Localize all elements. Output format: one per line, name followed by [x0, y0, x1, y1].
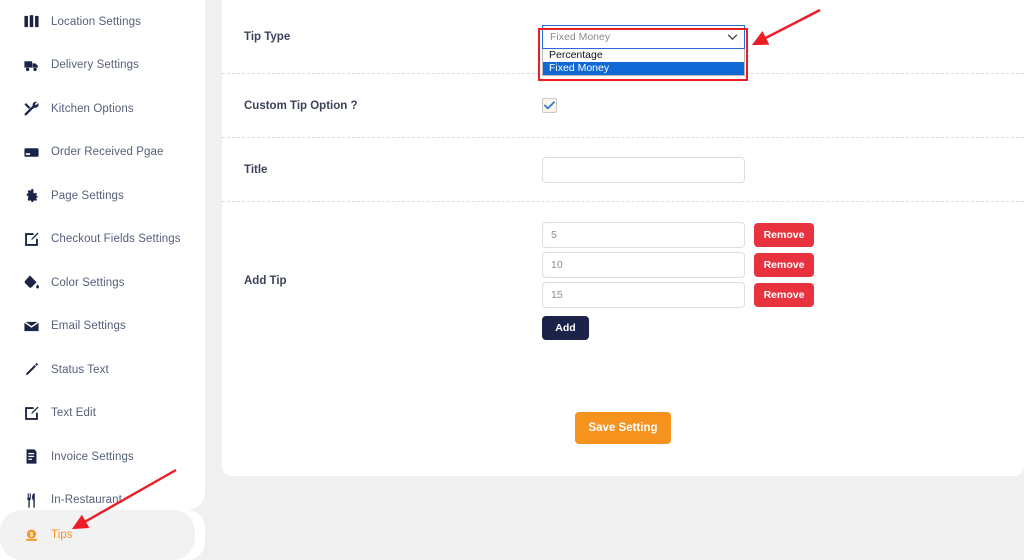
save-zone: Save Setting: [222, 380, 1024, 476]
tip-amount-input[interactable]: [542, 281, 745, 308]
sidebar-item-checkout-fields-settings[interactable]: Checkout Fields Settings: [0, 218, 205, 262]
invoice-icon: [22, 447, 41, 466]
add-tip-label: Add Tip: [244, 274, 287, 287]
card-icon: [22, 143, 41, 162]
sidebar-item-invoice-settings[interactable]: Invoice Settings: [0, 435, 205, 479]
sidebar-item-label: Page Settings: [51, 189, 124, 202]
sidebar-item-label: Status Text: [51, 363, 109, 376]
pen-square-icon: [22, 230, 41, 249]
sidebar: Location Settings Delivery Settings Kitche…: [0, 0, 205, 510]
tips-settings-card: Tip Type Fixed Money Percentage Fixed Mon…: [222, 0, 1024, 476]
utensils-icon: [22, 491, 41, 510]
sidebar-item-delivery-settings[interactable]: Delivery Settings: [0, 44, 205, 88]
remove-tip-button[interactable]: Remove: [754, 282, 814, 307]
pen-square-icon: [22, 404, 41, 423]
tip-rows-container: Remove Remove Remove: [542, 221, 1004, 308]
custom-tip-option-label: Custom Tip Option ?: [244, 99, 358, 112]
chevron-down-icon[interactable]: [727, 33, 738, 40]
custom-tip-option-checkbox[interactable]: [542, 98, 557, 113]
sidebar-item-label: Checkout Fields Settings: [51, 233, 181, 246]
tip-type-field: Fixed Money Percentage Fixed Money: [542, 24, 1004, 76]
tip-amount-input[interactable]: [542, 251, 745, 278]
envelope-icon: [22, 317, 41, 336]
tip-row: Remove: [542, 281, 1004, 308]
custom-tip-option-field: [542, 98, 1004, 113]
sidebar-item-text-edit[interactable]: Text Edit: [0, 392, 205, 436]
sidebar-item-order-received-pgae[interactable]: Order Received Pgae: [0, 131, 205, 175]
add-tip-field: Remove Remove Remove Add: [542, 221, 1004, 340]
tip-row: Remove: [542, 251, 1004, 278]
paint-drop-icon: [22, 273, 41, 292]
truck-icon: [22, 56, 41, 75]
tip-type-option-list: Percentage Fixed Money: [542, 48, 745, 76]
sidebar-item-label: Email Settings: [51, 320, 126, 333]
sidebar-item-location-settings[interactable]: Location Settings: [0, 0, 205, 44]
sidebar-lower-panel: $ Tips: [0, 510, 205, 560]
gear-icon: [22, 186, 41, 205]
sidebar-nav-list: Location Settings Delivery Settings Kitche…: [0, 0, 205, 522]
svg-text:$: $: [30, 531, 34, 538]
form-row-tip-type: Tip Type Fixed Money Percentage Fixed Mon…: [222, 0, 1024, 76]
remove-tip-button[interactable]: Remove: [754, 222, 814, 247]
form-row-custom-tip-option: Custom Tip Option ?: [222, 74, 1024, 138]
sidebar-item-label: Invoice Settings: [51, 450, 134, 463]
sidebar-item-email-settings[interactable]: Email Settings: [0, 305, 205, 349]
sidebar-item-label: In-Restaurant: [51, 494, 122, 507]
tip-type-select-wrap: Fixed Money Percentage Fixed Money: [542, 24, 745, 76]
sidebar-item-tips[interactable]: $ Tips: [0, 510, 195, 560]
checkmark-icon: [544, 101, 555, 110]
sidebar-item-label: Location Settings: [51, 15, 141, 28]
sidebar-item-page-settings[interactable]: Page Settings: [0, 174, 205, 218]
tip-type-label: Tip Type: [244, 30, 291, 43]
tip-amount-input[interactable]: [542, 221, 745, 248]
remove-tip-button[interactable]: Remove: [754, 252, 814, 277]
pencil-icon: [22, 360, 41, 379]
app-root: Location Settings Delivery Settings Kitche…: [0, 0, 1024, 560]
tools-icon: [22, 99, 41, 118]
sidebar-item-label: Text Edit: [51, 407, 97, 420]
title-label: Title: [244, 163, 268, 176]
sidebar-item-label: Kitchen Options: [51, 102, 134, 115]
form-row-add-tip: Add Tip Remove Remove Remove Add: [222, 202, 1024, 359]
sidebar-item-kitchen-options[interactable]: Kitchen Options: [0, 87, 205, 131]
sidebar-item-label: Tips: [51, 529, 73, 541]
sidebar-item-status-text[interactable]: Status Text: [0, 348, 205, 392]
sidebar-item-color-settings[interactable]: Color Settings: [0, 261, 205, 305]
form-row-title: Title: [222, 138, 1024, 202]
sidebar-item-label: Color Settings: [51, 276, 125, 289]
sidebar-item-label: Order Received Pgae: [51, 146, 164, 159]
coin-dollar-icon: $: [22, 526, 41, 545]
tip-type-option-fixed-money[interactable]: Fixed Money: [543, 61, 744, 75]
save-setting-button[interactable]: Save Setting: [575, 412, 671, 444]
map-icon: [22, 12, 41, 31]
title-input[interactable]: [542, 156, 745, 183]
tip-type-select[interactable]: Fixed Money: [542, 24, 745, 49]
tip-type-option-percentage[interactable]: Percentage: [543, 49, 744, 62]
tip-type-selected-value: Fixed Money: [550, 30, 611, 43]
add-tip-button[interactable]: Add: [542, 315, 589, 340]
title-field: [542, 156, 1004, 183]
sidebar-item-label: Delivery Settings: [51, 59, 139, 72]
tip-row: Remove: [542, 221, 1004, 248]
